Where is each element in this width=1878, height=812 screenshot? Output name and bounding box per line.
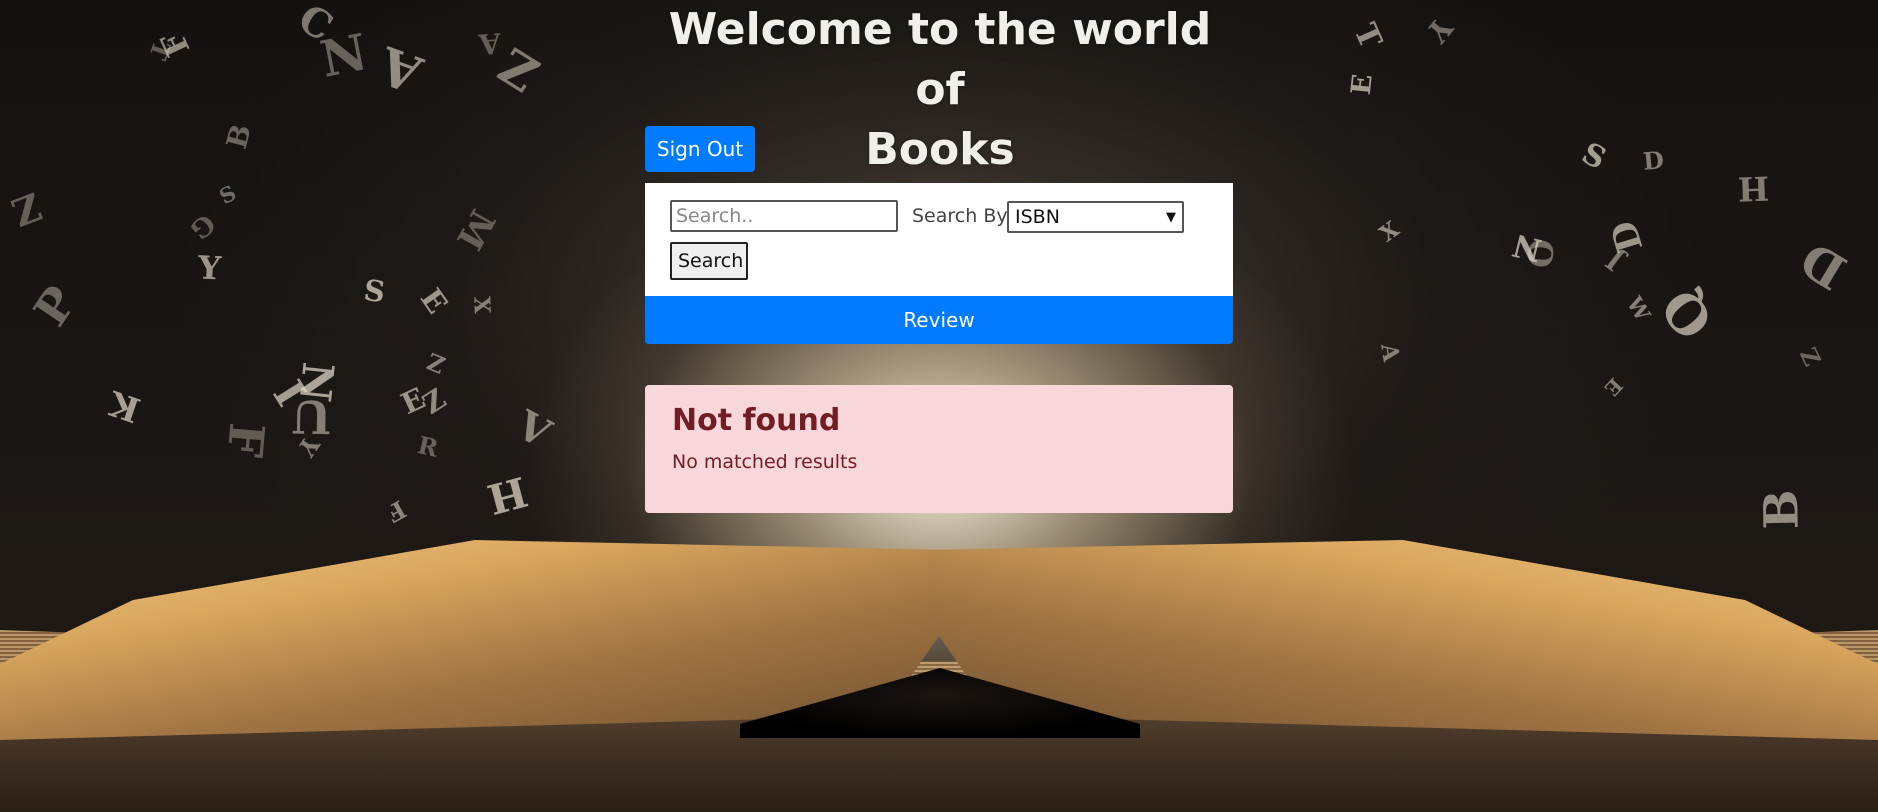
- search-by-selected-value: ISBN: [1015, 206, 1060, 228]
- search-button[interactable]: Search: [670, 242, 748, 280]
- background-letter: F: [215, 420, 275, 460]
- sign-out-button[interactable]: Sign Out: [645, 126, 755, 172]
- search-by-label: Search By:: [912, 205, 1013, 227]
- search-by-select[interactable]: ISBN ▼: [1007, 201, 1184, 233]
- search-panel: Search By: ISBN ▼ Search: [645, 183, 1233, 296]
- alert-title: Not found: [672, 403, 841, 438]
- alert-message: No matched results: [672, 451, 858, 473]
- background-letter: E: [1345, 72, 1379, 97]
- page-title-line-1: Welcome to the world of: [668, 4, 1212, 115]
- not-found-alert: Not found No matched results: [645, 385, 1233, 513]
- background-letter: D: [1641, 145, 1666, 176]
- background-letter: Y: [197, 248, 222, 288]
- background-letter: A: [477, 26, 502, 61]
- background-letter: H: [1737, 168, 1770, 209]
- background-letter: X: [468, 296, 495, 314]
- search-input[interactable]: [670, 200, 898, 232]
- background-letter: B: [1754, 489, 1810, 530]
- review-button[interactable]: Review: [645, 296, 1233, 344]
- chevron-down-icon: ▼: [1166, 209, 1176, 225]
